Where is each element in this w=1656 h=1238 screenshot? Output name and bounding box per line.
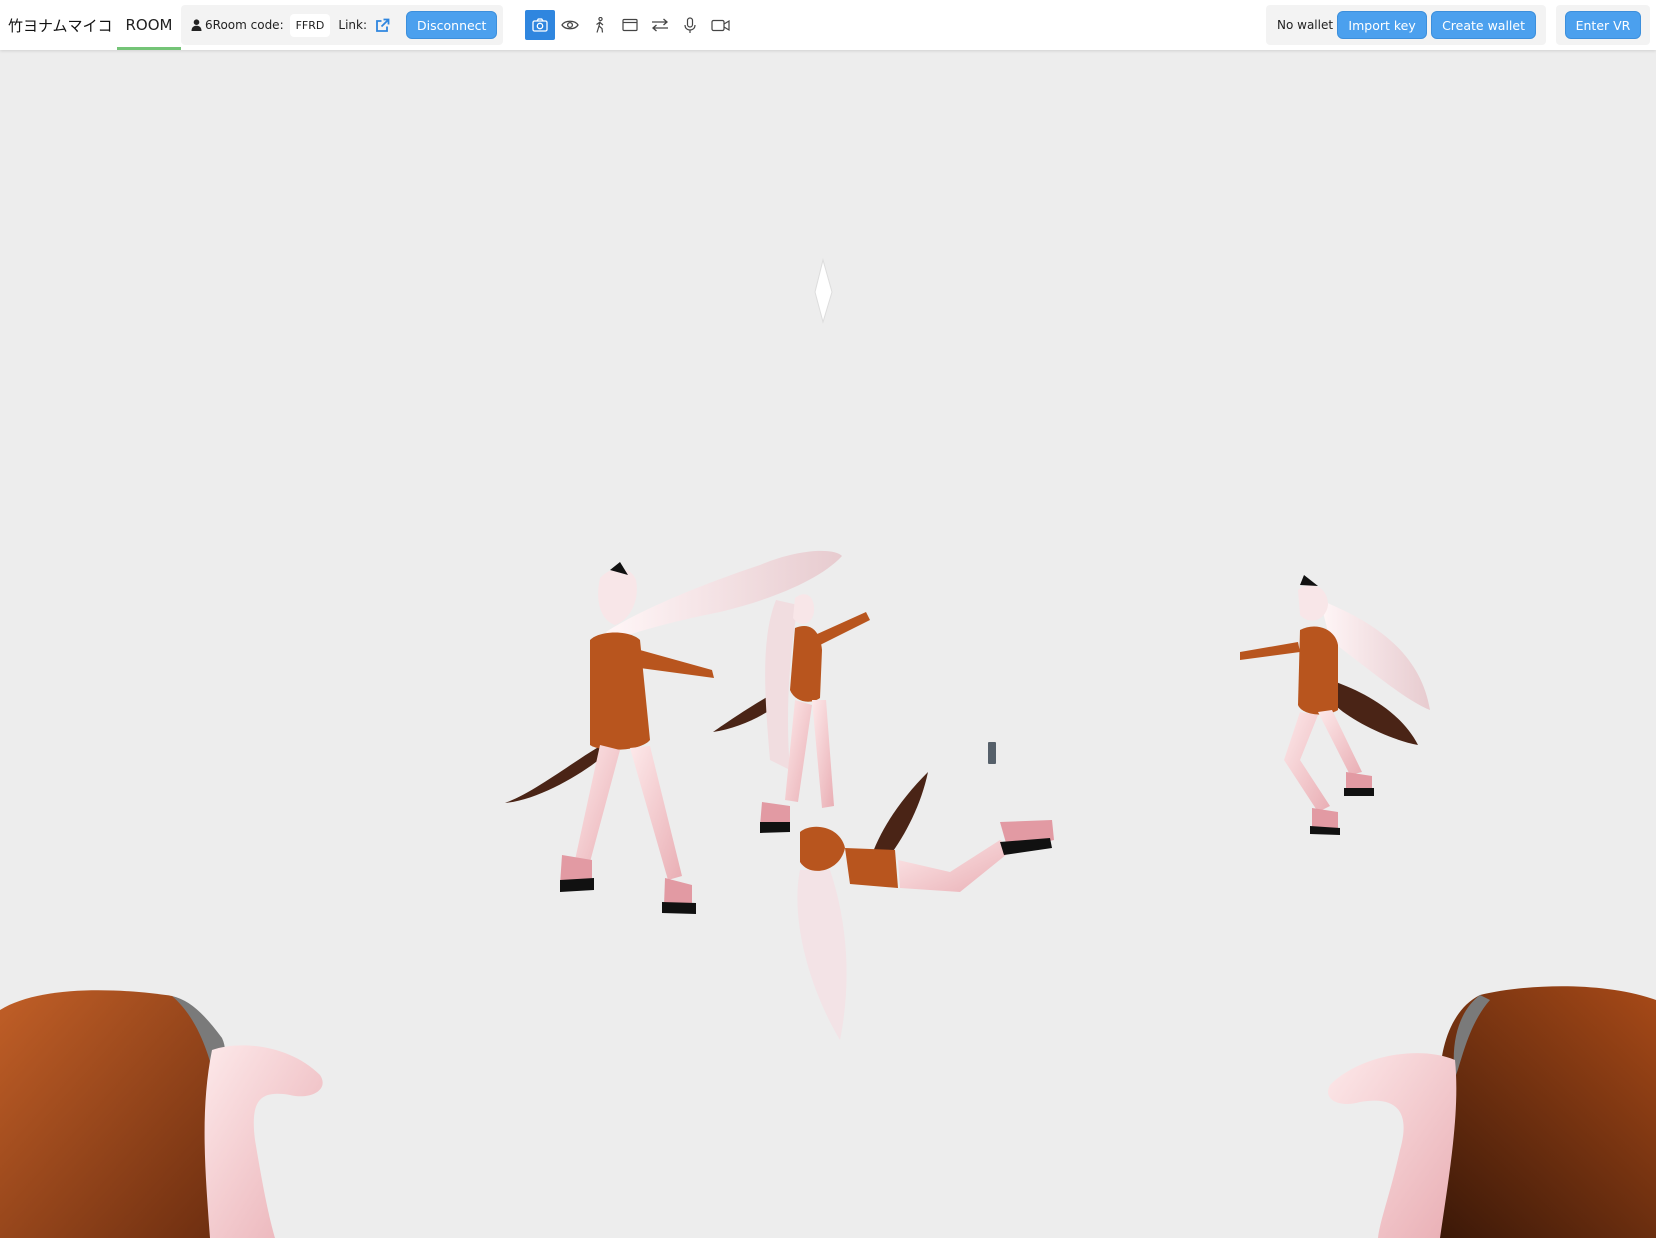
room-code-value[interactable]: FFRD xyxy=(289,13,331,37)
camera-icon xyxy=(532,18,548,32)
window-icon xyxy=(622,18,638,32)
walk-icon xyxy=(596,17,604,33)
floating-device xyxy=(988,742,996,764)
avatar-4 xyxy=(1240,575,1430,835)
create-wallet-button[interactable]: Create wallet xyxy=(1431,11,1536,39)
avatar-3 xyxy=(797,772,1054,1040)
swap-arrows-icon xyxy=(652,18,668,32)
tab-room[interactable]: ROOM xyxy=(117,0,181,50)
first-person-right-arm xyxy=(1328,986,1656,1238)
window-tool-button[interactable] xyxy=(615,10,645,40)
wallet-status: No wallet xyxy=(1277,18,1334,32)
eye-icon xyxy=(561,20,579,30)
room-panel: 6 Room code: FFRD Link: Disconnect xyxy=(181,5,503,45)
video-tool-button[interactable] xyxy=(705,10,735,40)
user-count-value: 6 xyxy=(205,18,213,32)
first-person-left-arm xyxy=(0,990,323,1238)
user-icon xyxy=(191,19,202,31)
swap-tool-button[interactable] xyxy=(645,10,675,40)
app-title: 竹ヨナムマイコ xyxy=(8,16,113,35)
wallet-panel: No wallet Import key Create wallet xyxy=(1266,5,1546,45)
eye-tool-button[interactable] xyxy=(555,10,585,40)
link-label: Link: xyxy=(338,18,368,32)
external-link-icon[interactable] xyxy=(375,18,390,33)
walk-tool-button[interactable] xyxy=(585,10,615,40)
3d-scene-viewport[interactable] xyxy=(0,0,1656,1238)
microphone-tool-button[interactable] xyxy=(675,10,705,40)
import-key-button[interactable]: Import key xyxy=(1337,11,1427,39)
camera-tool-button[interactable] xyxy=(525,10,555,40)
top-bar: 竹ヨナムマイコ ROOM 6 Room code: FFRD Link: Dis… xyxy=(0,0,1656,50)
room-code-label: Room code: xyxy=(212,18,284,32)
toolbar xyxy=(525,10,735,40)
microphone-icon xyxy=(684,16,696,33)
avatar-2 xyxy=(713,594,870,833)
enter-vr-button[interactable]: Enter VR xyxy=(1564,11,1642,39)
crystal-object xyxy=(814,258,833,324)
video-camera-icon xyxy=(710,19,730,31)
vr-panel: Enter VR xyxy=(1556,5,1650,45)
disconnect-button[interactable]: Disconnect xyxy=(406,11,498,39)
user-count: 6 xyxy=(191,18,213,32)
